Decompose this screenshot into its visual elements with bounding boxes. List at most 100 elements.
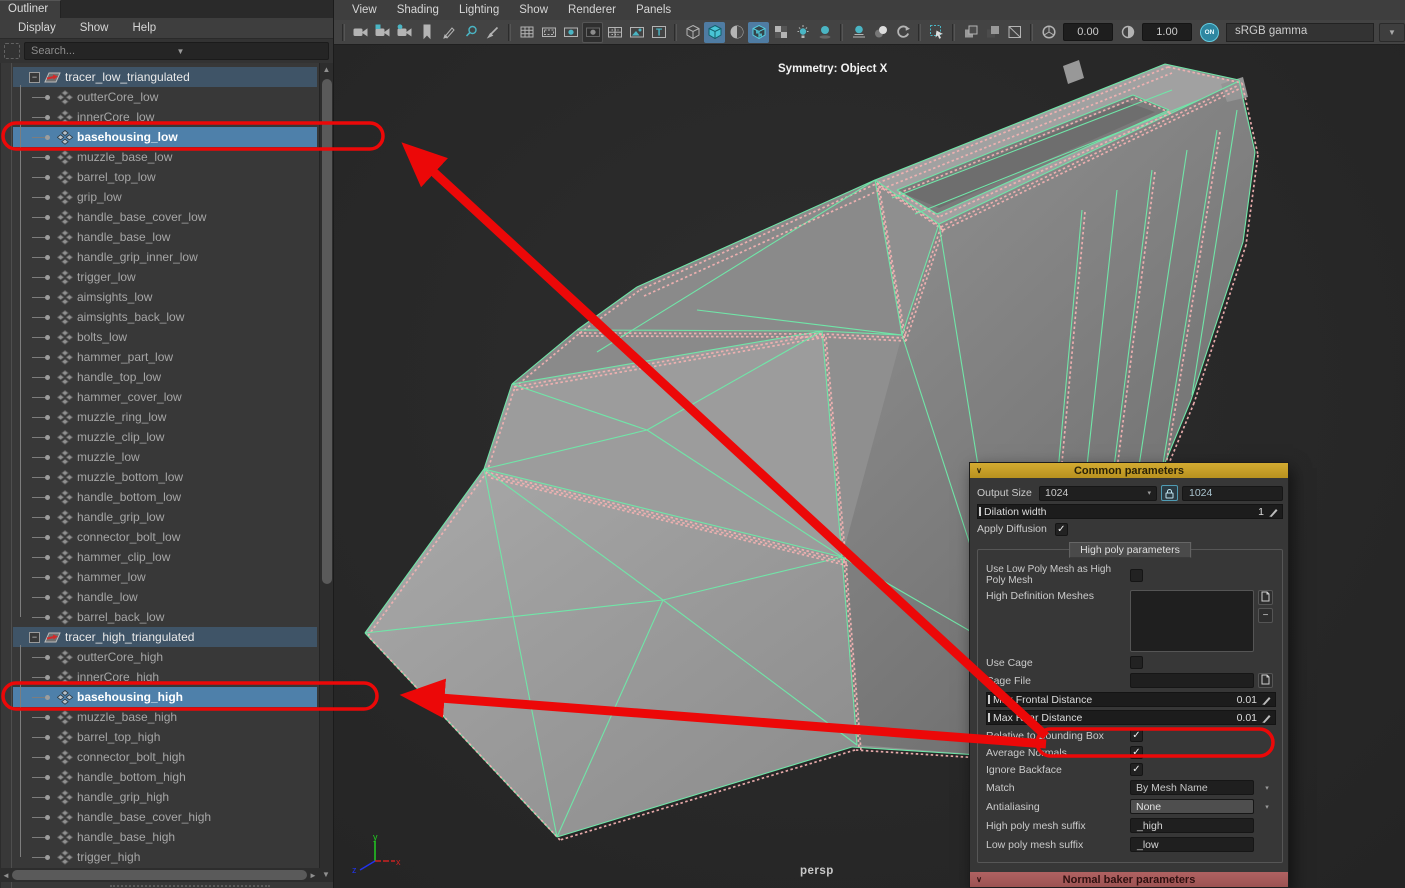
collapse-chevron-icon[interactable]: ∨ [970,466,988,475]
camera-icon[interactable] [350,22,371,43]
match-dropdown[interactable]: By Mesh Name [1130,780,1254,795]
outliner-item[interactable]: handle_base_cover_low [13,207,317,227]
max-frontal-distance-slider[interactable]: Max Frontal Distance 0.01 [986,692,1276,707]
use-low-as-high-checkbox[interactable] [1130,569,1143,582]
zoom-pan-icon[interactable] [460,22,481,43]
film-gate-icon[interactable] [538,22,559,43]
vscroll-thumb[interactable] [322,79,332,584]
menu-shading[interactable]: Shading [387,2,449,18]
pen-icon[interactable] [438,22,459,43]
match-dropdown-arrow-icon[interactable]: ▾ [1258,784,1276,792]
pencil-icon[interactable] [1267,506,1279,518]
apply-diffusion-checkbox[interactable]: ✓ [1055,523,1068,536]
outliner-item[interactable]: handle_grip_high [13,787,317,807]
camera-lock-icon[interactable] [372,22,393,43]
contrast-field[interactable]: 1.00 [1142,23,1192,41]
menu-display[interactable]: Display [8,20,66,36]
low-suffix-field[interactable]: _low [1130,837,1254,852]
motion-blur-icon[interactable] [870,22,891,43]
outliner-item[interactable]: handle_top_low [13,367,317,387]
screen-box-icon[interactable] [1004,22,1025,43]
outliner-item[interactable]: muzzle_ring_low [13,407,317,427]
collapse-chevron-icon[interactable]: ∨ [970,875,988,884]
gamma-select[interactable]: sRGB gamma [1226,23,1374,42]
max-rear-distance-slider[interactable]: Max Rear Distance 0.01 [986,710,1276,725]
outliner-item[interactable]: handle_bottom_high [13,767,317,787]
search-dropdown-icon[interactable]: ▼ [177,47,323,56]
brush-icon[interactable] [482,22,503,43]
average-normals-checkbox[interactable]: ✓ [1130,746,1143,759]
dilation-width-slider[interactable]: Dilation width 1 [977,504,1283,519]
contrast-icon[interactable] [1117,22,1138,43]
textured-cube-icon[interactable] [748,22,769,43]
add-file-button[interactable] [1258,590,1273,605]
search-input[interactable]: Search... ▼ [24,42,329,60]
antialiasing-dropdown-arrow-icon[interactable]: ▾ [1258,803,1276,811]
gate-mask-icon[interactable] [582,22,603,43]
outliner-item[interactable]: connector_bolt_high [13,747,317,767]
outliner-item[interactable]: muzzle_base_low [13,147,317,167]
outliner-item[interactable]: muzzle_bottom_low [13,467,317,487]
menu-panels[interactable]: Panels [626,2,681,18]
menu-renderer[interactable]: Renderer [558,2,626,18]
gamma-dropdown-icon[interactable]: ▼ [1379,23,1405,42]
color-management-on-toggle[interactable]: ON [1200,23,1219,42]
remove-item-button[interactable]: − [1258,608,1273,623]
wireframe-cube-icon[interactable] [682,22,703,43]
outliner-item[interactable]: connector_bolt_low [13,527,317,547]
light-icon[interactable] [792,22,813,43]
outliner-item[interactable]: hammer_cover_low [13,387,317,407]
cage-file-field[interactable] [1130,673,1254,688]
grid-icon[interactable] [516,22,537,43]
scroll-down-icon[interactable]: ▼ [322,868,330,882]
select-filter-icon[interactable] [4,43,20,59]
outliner-item[interactable]: aimsights_low [13,287,317,307]
menu-view[interactable]: View [342,2,387,18]
hd-meshes-listbox[interactable] [1130,590,1254,652]
camera-gear-icon[interactable] [394,22,415,43]
relative-bbox-checkbox[interactable]: ✓ [1130,729,1143,742]
outliner-tab[interactable]: Outliner [0,0,61,18]
hscroll-thumb[interactable] [12,870,307,880]
outliner-item[interactable]: handle_low [13,587,317,607]
menu-show-vp[interactable]: Show [509,2,558,18]
bookmark-icon[interactable] [416,22,437,43]
panel-resize-grip[interactable] [110,884,270,887]
use-cage-checkbox[interactable] [1130,656,1143,669]
field-chart-icon[interactable] [604,22,625,43]
ao-icon[interactable] [848,22,869,43]
menu-show[interactable]: Show [70,20,119,36]
outliner-item[interactable]: hammer_clip_low [13,547,317,567]
image-plane-icon[interactable] [626,22,647,43]
antialiasing-dropdown[interactable]: None [1130,799,1254,814]
outliner-group-row[interactable]: − tracer_high_triangulated [13,627,317,647]
pencil-icon[interactable] [1260,694,1272,706]
outliner-item[interactable]: barrel_top_low [13,167,317,187]
shadow-icon[interactable] [814,22,835,43]
cycle-icon[interactable] [892,22,913,43]
outliner-item[interactable]: outterCore_low [13,87,317,107]
slider-handle[interactable] [979,507,981,516]
outliner-item[interactable]: aimsights_back_low [13,307,317,327]
vscroll-bottom[interactable]: ▼ [319,868,333,882]
expand-collapse-toggle[interactable]: − [29,632,40,643]
pencil-icon[interactable] [1260,712,1272,724]
outliner-item[interactable]: handle_base_cover_high [13,807,317,827]
menu-lighting[interactable]: Lighting [449,2,509,18]
menu-help[interactable]: Help [123,20,167,36]
normal-baker-parameters-header[interactable]: ∨ Normal baker parameters [970,872,1288,887]
outliner-item[interactable]: barrel_top_high [13,727,317,747]
ignore-backface-checkbox[interactable]: ✓ [1130,763,1143,776]
transparency-icon[interactable] [770,22,791,43]
scroll-right-icon[interactable]: ► [307,871,319,880]
outliner-item[interactable]: innerCore_high [13,667,317,687]
copy-overlap-icon[interactable] [960,22,981,43]
scroll-left-icon[interactable]: ◄ [0,871,12,880]
outliner-item[interactable]: basehousing_low [13,127,317,147]
outliner-item[interactable]: grip_low [13,187,317,207]
outliner-item[interactable]: muzzle_low [13,447,317,467]
viewport-canvas[interactable]: y x z Symmetry: Object X persp ∨ Common … [334,45,1405,888]
scroll-up-icon[interactable]: ▲ [323,63,331,77]
expand-collapse-toggle[interactable]: − [29,72,40,83]
outliner-item[interactable]: muzzle_clip_low [13,427,317,447]
